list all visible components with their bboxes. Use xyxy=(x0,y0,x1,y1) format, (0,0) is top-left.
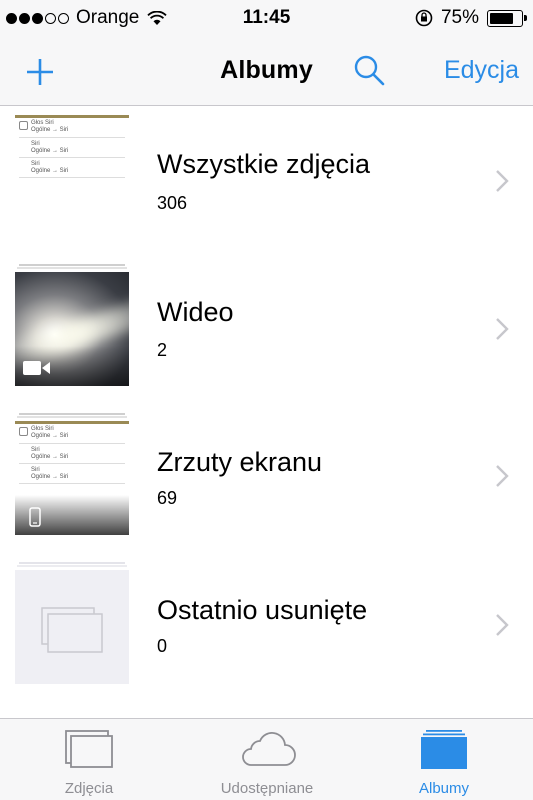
album-row-all-photos[interactable]: Głos Siri Ogólne → Siri Siri Ogólne → Si… xyxy=(0,107,533,256)
albums-icon xyxy=(421,730,467,769)
album-thumbnail: Głos Siri Ogólne → Siri Siri Ogólne → Si… xyxy=(15,115,129,229)
video-camera-icon xyxy=(23,361,50,375)
album-name: Wideo xyxy=(157,297,234,327)
tab-photos[interactable]: Zdjęcia xyxy=(0,719,178,800)
navigation-bar: Albumy Edycja xyxy=(0,36,533,106)
album-thumbnail xyxy=(15,272,129,386)
album-row-video[interactable]: Wideo 2 xyxy=(0,256,533,405)
album-list: Głos Siri Ogólne → Siri Siri Ogólne → Si… xyxy=(0,107,533,703)
thumb-text: Ogólne → Siri xyxy=(31,127,69,133)
thumb-text: Ogólne → Siri xyxy=(31,454,69,460)
album-stack-edge xyxy=(17,416,127,418)
battery-icon xyxy=(487,9,527,27)
album-row-screenshots[interactable]: Głos Siri Ogólne → Siri Siri Ogólne → Si… xyxy=(0,405,533,554)
tab-label: Albumy xyxy=(418,780,470,797)
tab-shared[interactable]: Udostępniane xyxy=(178,719,356,800)
album-thumbnail: Głos Siri Ogólne → Siri Siri Ogólne → Si… xyxy=(15,421,129,535)
thumb-text: Siri xyxy=(31,467,40,473)
status-bar: Orange 11:45 75% xyxy=(0,0,533,36)
thumb-text: Ogólne → Siri xyxy=(31,148,69,154)
chevron-right-icon xyxy=(496,318,509,340)
battery-percent: 75% xyxy=(440,7,479,28)
thumb-text: Siri xyxy=(31,141,40,147)
edit-button[interactable]: Edycja xyxy=(444,56,519,85)
chevron-right-icon xyxy=(496,465,509,487)
photos-icon xyxy=(65,730,113,768)
search-icon[interactable] xyxy=(352,53,386,87)
album-name: Ostatnio usunięte xyxy=(157,595,368,625)
tab-label: Udostępniane xyxy=(220,780,314,797)
album-stack-edge xyxy=(17,267,127,269)
status-right: 75% xyxy=(415,7,527,29)
thumb-text: Siri xyxy=(31,161,40,167)
album-stack-edge xyxy=(19,562,125,564)
album-count: 2 xyxy=(157,340,168,360)
album-count: 0 xyxy=(157,636,168,656)
tab-bar: Zdjęcia Udostępniane Albumy xyxy=(0,718,533,800)
album-count: 69 xyxy=(157,488,178,508)
album-name: Zrzuty ekranu xyxy=(157,447,323,477)
tab-label: Zdjęcia xyxy=(64,780,114,797)
album-count: 306 xyxy=(157,193,188,213)
chevron-right-icon xyxy=(496,170,509,192)
album-stack-edge xyxy=(17,565,127,567)
thumb-text: Głos Siri xyxy=(31,120,54,126)
orientation-lock-icon xyxy=(415,9,433,27)
chevron-right-icon xyxy=(496,614,509,636)
thumb-text: Ogólne → Siri xyxy=(31,433,69,439)
tab-albums[interactable]: Albumy xyxy=(355,719,533,800)
album-thumbnail xyxy=(15,570,129,684)
cloud-icon xyxy=(242,732,296,766)
album-stack-edge xyxy=(19,264,125,266)
thumb-text: Siri xyxy=(31,447,40,453)
empty-album-icon xyxy=(41,607,103,653)
thumb-text: Ogólne → Siri xyxy=(31,168,69,174)
thumb-text: Głos Siri xyxy=(31,426,54,432)
album-row-recently-deleted[interactable]: Ostatnio usunięte 0 xyxy=(0,554,533,703)
thumb-text: Ogólne → Siri xyxy=(31,474,69,480)
phone-icon xyxy=(29,507,41,527)
album-stack-edge xyxy=(19,413,125,415)
album-name: Wszystkie zdjęcia xyxy=(157,149,371,179)
battery-level xyxy=(490,12,513,24)
